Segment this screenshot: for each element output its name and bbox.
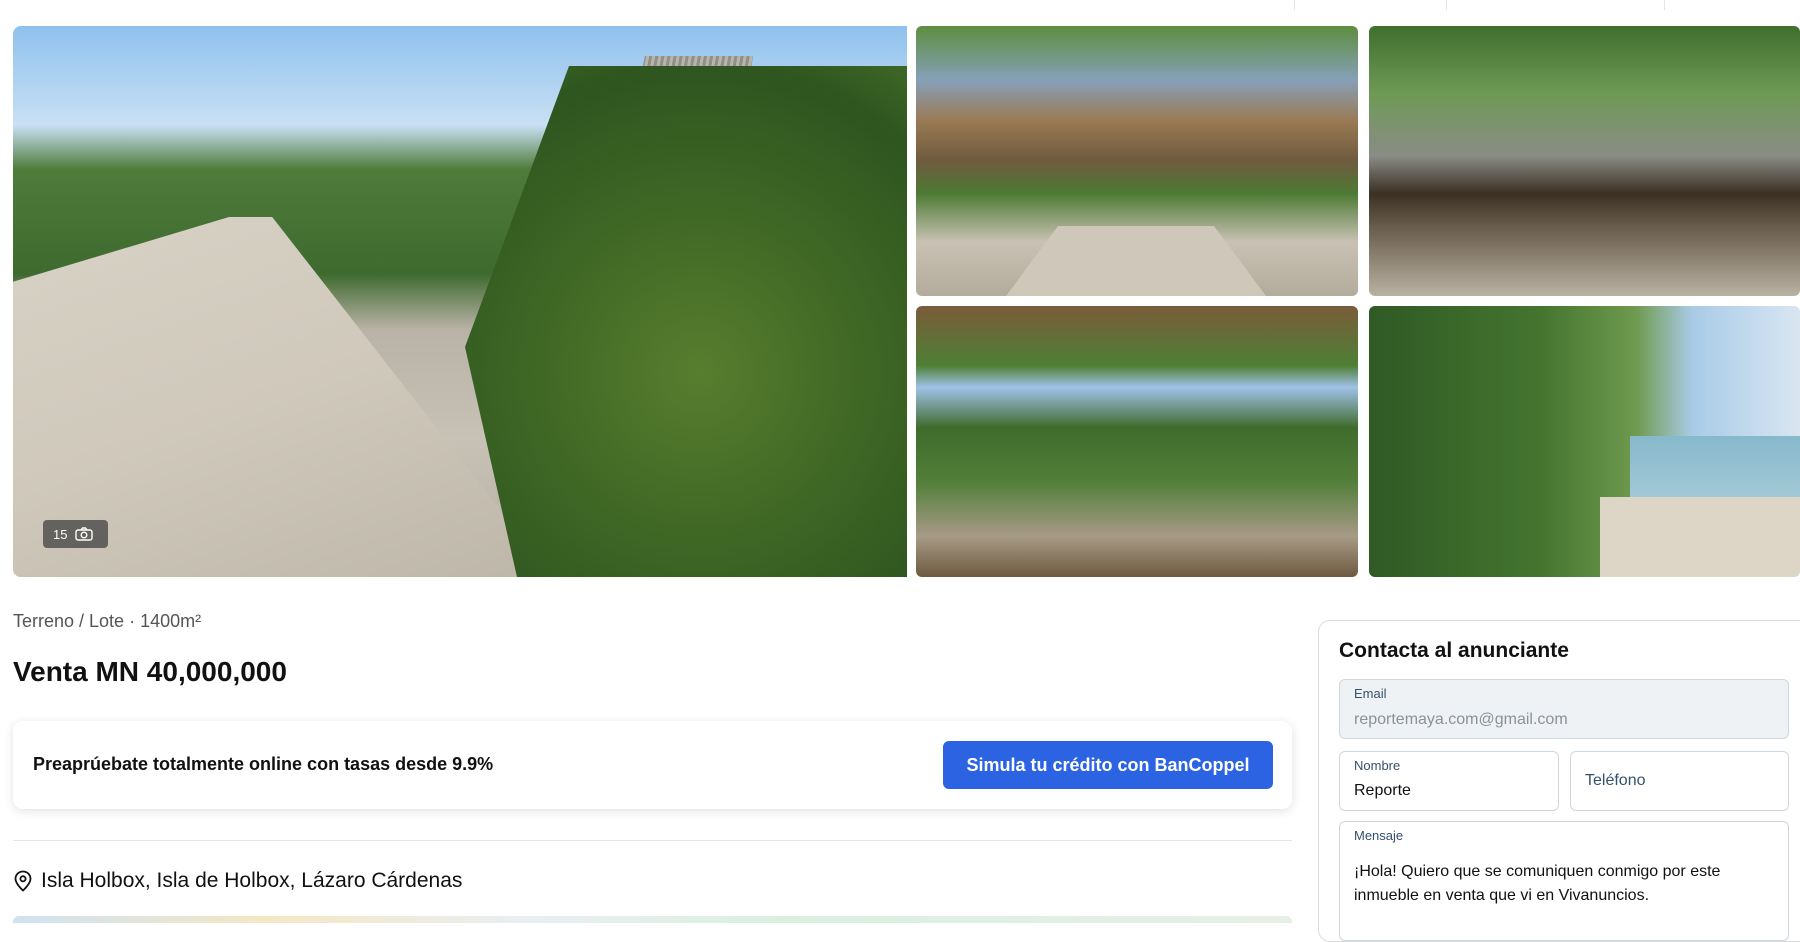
gallery-thumb-1[interactable] [916,26,1358,296]
mensaje-field[interactable]: Mensaje ¡Hola! Quiero que se comuniquen … [1339,821,1789,941]
photo-count-badge[interactable]: 15 [43,520,108,548]
telefono-placeholder: Teléfono [1585,772,1646,789]
email-field[interactable]: Email reportemaya.com@gmail.com [1339,679,1789,739]
gallery-thumb-2[interactable] [1369,26,1800,296]
credit-banner: Preaprúebate totalmente online con tasas… [13,721,1292,809]
listing-subtitle: Terreno / Lote · 1400m² [13,611,202,631]
camera-icon [75,527,94,541]
mensaje-label: Mensaje [1354,828,1404,843]
simulate-credit-button[interactable]: Simula tu crédito con BanCoppel [943,741,1273,789]
gallery-main-photo[interactable] [13,26,907,577]
credit-text: Preaprúebate totalmente online con tasas… [33,754,494,774]
telefono-field[interactable]: Teléfono [1570,751,1789,811]
nombre-label: Nombre [1354,758,1401,773]
gallery-thumb-3[interactable] [916,306,1358,577]
map-preview[interactable] [13,916,1292,923]
photo-path [1006,226,1266,296]
email-value: reportemaya.com@gmail.com [1354,711,1568,728]
top-tab-lines [1290,0,1800,10]
mensaje-value: ¡Hola! Quiero que se comuniquen conmigo … [1354,863,1721,904]
map-pin-icon [13,870,33,892]
photo-count-label: 15 [53,526,68,542]
photo-gallery [13,26,1800,577]
nombre-field[interactable]: Nombre Reporte [1339,751,1559,811]
location-text: Isla Holbox, Isla de Holbox, Lázaro Cárd… [41,869,463,892]
listing-location: Isla Holbox, Isla de Holbox, Lázaro Cárd… [13,869,462,893]
listing-price: Venta MN 40,000,000 [13,656,287,687]
photo-sea [1630,436,1800,506]
photo-sand [1600,497,1800,577]
section-divider [13,840,1292,841]
contact-title: Contacta al anunciante [1339,639,1569,662]
email-label: Email [1354,686,1387,701]
nombre-value: Reporte [1354,782,1411,799]
gallery-thumb-4[interactable] [1369,306,1800,577]
contact-panel: Contacta al anunciante Email reportemaya… [1318,620,1800,942]
